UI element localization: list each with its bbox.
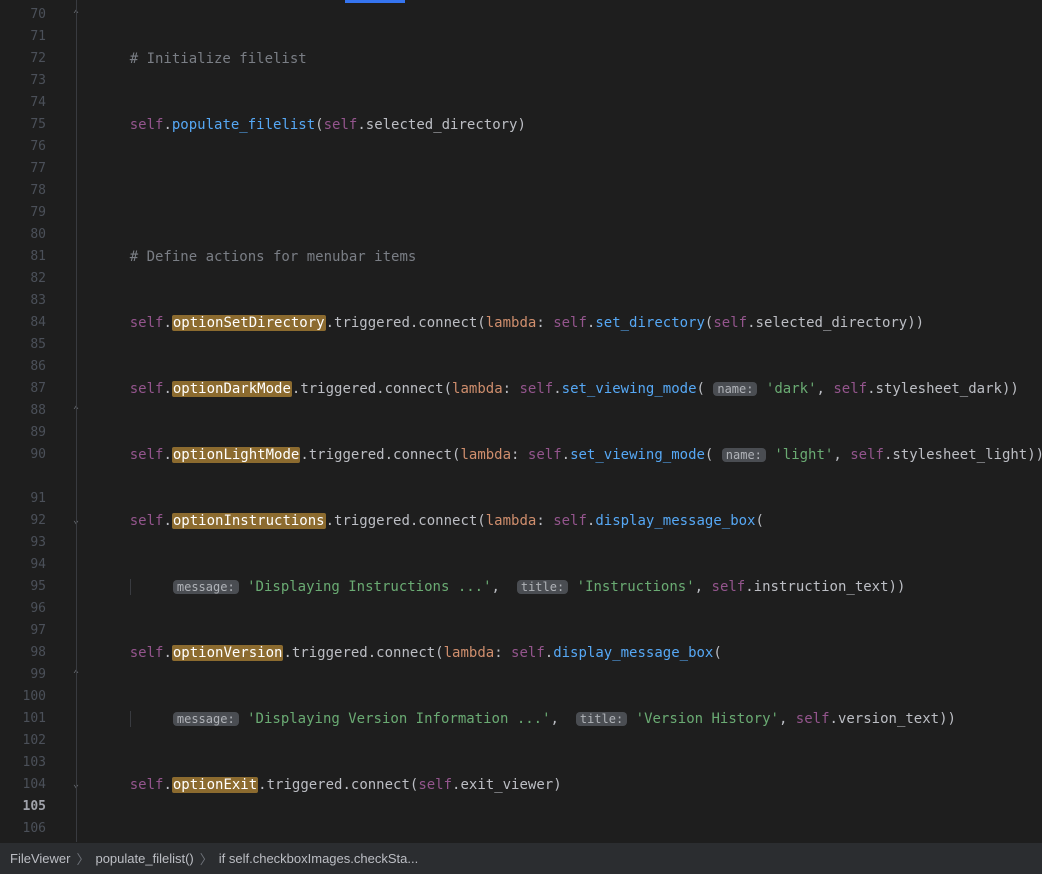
line-number[interactable]: 87 [0,378,46,400]
line-number[interactable]: 104 [0,774,46,796]
line-number[interactable]: 89 [0,422,46,444]
line-number[interactable]: 72 [0,48,46,70]
line-number[interactable]: 83 [0,290,46,312]
breadcrumb-bar[interactable]: FileViewer 〉 populate_filelist() 〉 if se… [0,842,1042,874]
line-number[interactable]: 105 [0,796,46,818]
line-number[interactable]: 74 [0,92,46,114]
line-number[interactable]: 93 [0,532,46,554]
chevron-right-icon: 〉 [76,849,89,868]
fold-column[interactable]: ⌃ ⌃ ⌄ ⌃ ⌄ [58,0,84,842]
line-number[interactable]: 76 [0,136,46,158]
code-area[interactable]: # Initialize filelist self.populate_file… [84,0,1042,842]
line-number[interactable]: 91 [0,488,46,510]
line-number[interactable]: 98 [0,642,46,664]
line-number[interactable]: 95 [0,576,46,598]
line-number[interactable]: 94 [0,554,46,576]
line-number[interactable]: 96 [0,598,46,620]
line-number[interactable]: 71 [0,26,46,48]
line-number[interactable]: 78 [0,180,46,202]
line-number[interactable]: 73 [0,70,46,92]
line-number[interactable]: 77 [0,158,46,180]
chevron-right-icon: 〉 [200,849,213,868]
line-number[interactable]: 106 [0,818,46,840]
line-number[interactable]: 92 [0,510,46,532]
line-number[interactable]: 90 [0,444,46,466]
fold-toggle-icon[interactable]: ⌄ [70,515,82,527]
line-number[interactable]: 88 [0,400,46,422]
line-number[interactable]: 79 [0,202,46,224]
comment: # Initialize filelist [130,51,307,67]
line-number[interactable]: 80 [0,224,46,246]
line-number[interactable]: 84 [0,312,46,334]
fold-toggle-icon[interactable]: ⌃ [70,405,82,417]
fold-toggle-icon[interactable]: ⌄ [70,779,82,791]
line-number[interactable]: 82 [0,268,46,290]
line-number-gutter[interactable]: 7071727374757677787980818283848586878889… [0,0,58,842]
breadcrumb-seg[interactable]: FileViewer [10,851,70,866]
code-editor[interactable]: 7071727374757677787980818283848586878889… [0,0,1042,842]
line-number[interactable]: 101 [0,708,46,730]
line-number[interactable]: 70 [0,4,46,26]
line-number[interactable]: 75 [0,114,46,136]
line-number[interactable]: 81 [0,246,46,268]
line-number[interactable]: 102 [0,730,46,752]
line-number[interactable]: 97 [0,620,46,642]
fold-toggle-icon[interactable]: ⌃ [70,669,82,681]
line-number[interactable]: 86 [0,356,46,378]
breadcrumb-seg[interactable]: if self.checkboxImages.checkSta... [219,851,418,866]
line-number[interactable]: 100 [0,686,46,708]
line-number[interactable]: 103 [0,752,46,774]
fold-toggle-icon[interactable]: ⌃ [70,9,82,21]
line-number[interactable]: 85 [0,334,46,356]
breadcrumb-seg[interactable]: populate_filelist() [95,851,193,866]
line-number[interactable]: 99 [0,664,46,686]
